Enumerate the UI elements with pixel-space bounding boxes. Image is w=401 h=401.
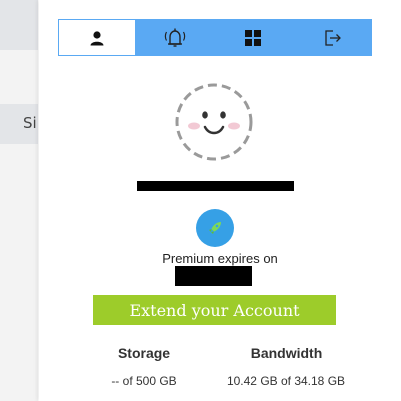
redacted-expiry-date [175,266,252,286]
tab-bar [58,19,372,56]
logout-icon [325,29,341,46]
grid-icon [245,29,261,46]
tab-logout[interactable] [294,19,372,56]
tab-profile[interactable] [58,19,136,56]
premium-badge [196,209,234,247]
bandwidth-value: 10.42 GB of 34.18 GB [226,374,346,388]
tab-notifications[interactable] [136,19,214,56]
bell-icon [164,28,186,47]
rocket-icon [209,222,221,234]
tab-dashboard[interactable] [214,19,292,56]
sidebar-partial-label: Si [23,114,37,132]
storage-title: Storage [117,345,171,361]
background-page [0,0,38,401]
extend-account-button[interactable]: Extend your Account [93,295,336,325]
bandwidth-title: Bandwidth [250,345,323,361]
account-panel: Premium expires on Extend your Account S… [39,0,401,401]
redacted-username [137,181,294,191]
smiley-face-icon [175,83,253,161]
storage-value: -- of 500 GB [111,374,177,388]
user-icon [90,30,104,45]
premium-expiry-label: Premium expires on [162,251,278,266]
background-stripe [0,0,38,50]
